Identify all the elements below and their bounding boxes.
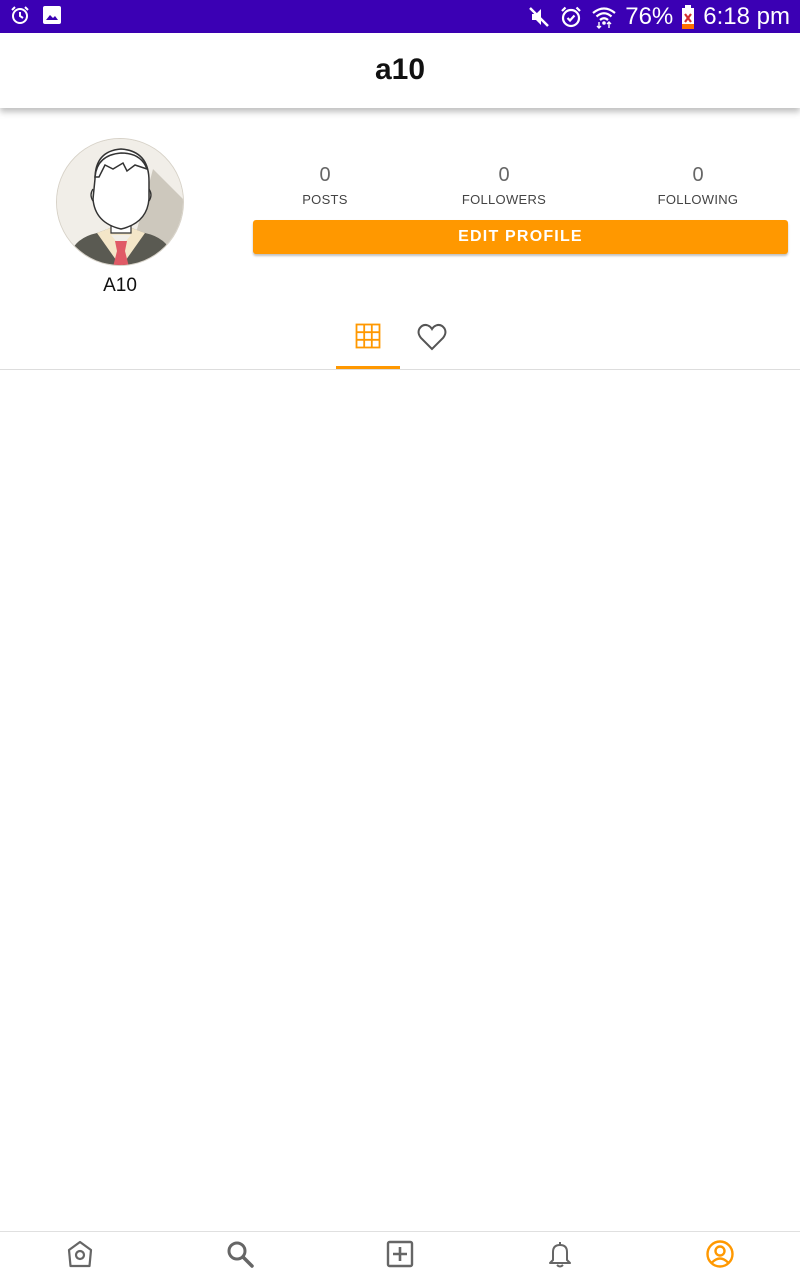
app-bar: a10	[0, 33, 800, 108]
followers-label: FOLLOWERS	[461, 192, 547, 207]
following-count: 0	[692, 164, 704, 186]
battery-icon	[681, 4, 695, 30]
battery-percent: 76%	[625, 3, 674, 30]
posts-label: POSTS	[302, 192, 348, 207]
page-title: a10	[374, 53, 426, 86]
status-bar-right: 76% 6:18 pm	[527, 2, 790, 32]
stat-posts[interactable]: 0 POSTS	[265, 164, 385, 207]
nav-add-post[interactable]	[320, 1232, 480, 1280]
bottom-nav	[0, 1231, 800, 1280]
nav-profile[interactable]	[640, 1232, 800, 1280]
following-label: FOLLOWING	[657, 192, 739, 207]
add-post-icon	[386, 1240, 414, 1273]
heart-icon	[417, 323, 447, 356]
mute-icon	[527, 5, 551, 29]
followers-count: 0	[498, 164, 510, 186]
clock: 6:18 pm	[703, 3, 790, 30]
bell-icon	[545, 1239, 575, 1274]
display-name: A10	[103, 275, 137, 296]
nav-search[interactable]	[160, 1232, 320, 1280]
nav-notifications[interactable]	[480, 1232, 640, 1280]
tab-liked[interactable]	[400, 310, 464, 369]
avatar[interactable]	[56, 138, 184, 266]
tab-posts-grid[interactable]	[336, 310, 400, 369]
stat-following[interactable]: 0 FOLLOWING	[638, 164, 758, 207]
grid-icon	[355, 323, 381, 354]
edit-profile-button[interactable]: EDIT PROFILE	[253, 220, 788, 254]
search-icon	[225, 1239, 255, 1274]
nav-home[interactable]	[0, 1232, 160, 1280]
default-avatar-icon	[57, 139, 183, 265]
profile-tabs	[0, 310, 800, 370]
status-bar-left	[10, 5, 62, 25]
stat-followers[interactable]: 0 FOLLOWERS	[444, 164, 564, 207]
status-bar: 76% 6:18 pm	[0, 0, 800, 33]
posts-count: 0	[319, 164, 331, 186]
profile-icon	[705, 1239, 735, 1274]
alarm-icon	[559, 5, 583, 29]
alarm-icon	[10, 5, 30, 25]
wifi-icon	[591, 4, 617, 30]
gallery-icon	[42, 5, 62, 25]
home-icon	[65, 1239, 95, 1274]
